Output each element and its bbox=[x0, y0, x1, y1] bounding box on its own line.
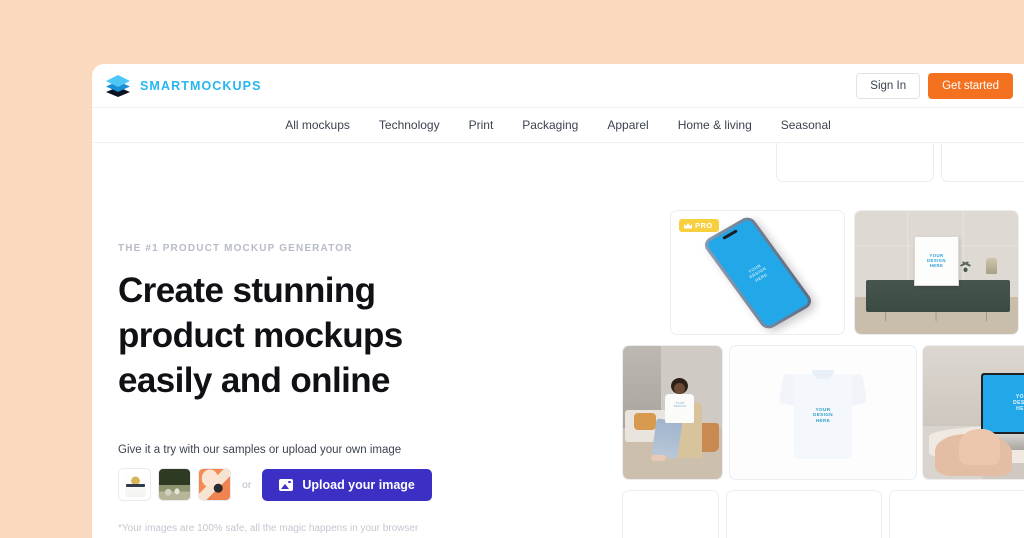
nav-item-home-and-living[interactable]: Home & living bbox=[678, 118, 752, 132]
laptop-device: YOUR DESIGN HERE bbox=[969, 372, 1024, 450]
pro-badge-label: PRO bbox=[695, 221, 713, 230]
mockup-tile-placeholder[interactable] bbox=[622, 490, 719, 538]
mockup-tile-phone[interactable]: PRO YOUR DESIGN HERE bbox=[670, 210, 845, 335]
design-placeholder: YOUR DESIGN HERE bbox=[927, 252, 946, 269]
mockup-tile-poster-sideboard[interactable]: YOUR DESIGN HERE bbox=[854, 210, 1019, 335]
sample-prompt-label: Give it a try with our samples or upload… bbox=[118, 444, 402, 456]
headline-line-1: Create stunning bbox=[118, 271, 376, 310]
get-started-button[interactable]: Get started bbox=[928, 72, 1013, 99]
mockup-tile-person-tshirt[interactable]: YOUR DESIGN bbox=[622, 345, 723, 480]
sample-thumbnail-people-photo[interactable] bbox=[158, 468, 191, 501]
mockup-grid: PRO YOUR DESIGN HERE YOUR DESIGN HERE YO… bbox=[528, 143, 1024, 538]
image-icon bbox=[279, 478, 294, 491]
nav-item-apparel[interactable]: Apparel bbox=[607, 118, 648, 132]
nav-item-packaging[interactable]: Packaging bbox=[522, 118, 578, 132]
page-content: THE #1 PRODUCT MOCKUP GENERATOR Create s… bbox=[92, 143, 1024, 538]
brand-logo[interactable]: SMARTMOCKUPS bbox=[105, 74, 262, 98]
upload-button-label: Upload your image bbox=[302, 477, 415, 492]
layers-icon bbox=[105, 74, 131, 98]
typing-hands bbox=[934, 428, 1013, 477]
design-placeholder: YOUR DESIGN HERE bbox=[746, 262, 768, 282]
small-plant bbox=[959, 260, 973, 275]
mockup-tile-tshirt-flatlay[interactable]: YOUR DESIGN HERE bbox=[729, 345, 917, 480]
mockup-tile-laptop-desk[interactable]: YOUR DESIGN HERE bbox=[922, 345, 1024, 480]
hero-section: THE #1 PRODUCT MOCKUP GENERATOR Create s… bbox=[118, 243, 468, 534]
mockup-tile-placeholder[interactable] bbox=[889, 490, 1024, 538]
nav-item-all-mockups[interactable]: All mockups bbox=[285, 118, 350, 132]
pro-badge: PRO bbox=[679, 219, 719, 232]
headline-line-3: easily and online bbox=[118, 361, 390, 400]
table-lamp bbox=[985, 257, 997, 274]
design-placeholder: YOUR DESIGN HERE bbox=[1013, 393, 1024, 413]
nav-item-technology[interactable]: Technology bbox=[379, 118, 440, 132]
laptop-screen: YOUR DESIGN HERE bbox=[983, 374, 1024, 432]
hero-eyebrow: THE #1 PRODUCT MOCKUP GENERATOR bbox=[118, 243, 353, 254]
mockup-tile-placeholder[interactable] bbox=[726, 490, 882, 538]
phone-screen: YOUR DESIGN HERE bbox=[705, 217, 810, 328]
site-header: SMARTMOCKUPS Sign In Get started bbox=[92, 64, 1024, 108]
sample-thumbnail-orange-artwork[interactable] bbox=[198, 468, 231, 501]
nav-item-print[interactable]: Print bbox=[469, 118, 494, 132]
headline-line-2: product mockups bbox=[118, 316, 403, 355]
sample-thumbnail-logo-badge[interactable] bbox=[118, 468, 151, 501]
tshirt-garment: YOUR DESIGN HERE bbox=[778, 367, 868, 459]
category-nav: All mockups Technology Print Packaging A… bbox=[92, 108, 1024, 143]
laptop-screen-bezel: YOUR DESIGN HERE bbox=[981, 372, 1024, 434]
page-title: Create stunning product mockups easily a… bbox=[118, 268, 468, 403]
tshirt-on-model: YOUR DESIGN bbox=[664, 393, 695, 424]
upload-your-image-button[interactable]: Upload your image bbox=[262, 468, 432, 501]
person-legs bbox=[651, 418, 682, 460]
pillow bbox=[633, 412, 656, 430]
design-placeholder: YOUR DESIGN HERE bbox=[812, 406, 833, 423]
mockup-tile-placeholder[interactable] bbox=[776, 143, 934, 182]
mockup-tile-placeholder[interactable] bbox=[941, 143, 1024, 182]
browser-window: SMARTMOCKUPS Sign In Get started All moc… bbox=[92, 64, 1024, 538]
design-placeholder: YOUR DESIGN bbox=[673, 401, 687, 409]
or-separator: or bbox=[242, 478, 252, 491]
sample-upload-row: or Upload your image bbox=[118, 468, 468, 501]
nav-item-seasonal[interactable]: Seasonal bbox=[781, 118, 831, 132]
privacy-disclaimer: *Your images are 100% safe, all the magi… bbox=[118, 523, 419, 534]
sign-in-button[interactable]: Sign In bbox=[856, 72, 921, 99]
person-head bbox=[670, 377, 688, 394]
person-foot bbox=[650, 455, 666, 462]
phone-device: YOUR DESIGN HERE bbox=[700, 213, 815, 332]
brand-name: SMARTMOCKUPS bbox=[140, 78, 262, 93]
crown-icon bbox=[684, 222, 692, 229]
poster-frame: YOUR DESIGN HERE bbox=[913, 235, 960, 287]
header-actions: Sign In Get started bbox=[856, 72, 1013, 99]
